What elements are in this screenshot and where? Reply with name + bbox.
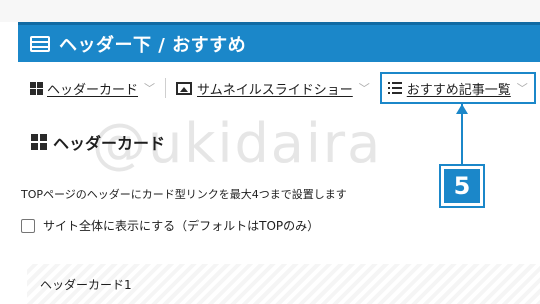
site-wide-checkbox[interactable] bbox=[21, 218, 35, 233]
tab-recommended-posts[interactable]: おすすめ記事一覧 ﹀ bbox=[379, 72, 536, 104]
tab-bar: ヘッダーカード ﹀ サムネイルスライドショー ﹀ おすすめ記事一覧 ﹀ bbox=[30, 72, 536, 104]
tab-label: おすすめ記事一覧 bbox=[406, 82, 511, 98]
site-wide-checkbox-row[interactable]: サイト全体に表示にする（デフォルトはTOPのみ） bbox=[21, 217, 319, 234]
section-description: TOPページのヘッダーにカード型リンクを最大4つまで設置します bbox=[21, 188, 347, 201]
top-strip bbox=[0, 0, 540, 22]
tab-divider bbox=[165, 78, 167, 98]
layout-icon bbox=[30, 35, 50, 52]
callout-arrow-head bbox=[456, 104, 468, 114]
header-title: ヘッダー下 / おすすめ bbox=[59, 34, 247, 56]
grid-icon bbox=[31, 134, 47, 150]
chevron-down-icon: ﹀ bbox=[144, 82, 156, 95]
image-icon bbox=[176, 81, 193, 95]
chevron-down-icon: ﹀ bbox=[516, 82, 528, 95]
tab-label: ヘッダーカード bbox=[47, 82, 139, 98]
list-icon bbox=[387, 82, 402, 94]
section-title-text: ヘッダーカード bbox=[53, 134, 166, 153]
header-card-label: ヘッダーカード1 bbox=[40, 278, 132, 292]
checkbox-label: サイト全体に表示にする（デフォルトはTOPのみ） bbox=[43, 219, 320, 233]
section-header-bar: ヘッダー下 / おすすめ bbox=[18, 22, 540, 62]
tab-thumbnail-slideshow[interactable]: サムネイルスライドショー ﹀ bbox=[176, 79, 370, 98]
callout-number-badge: 5 bbox=[439, 164, 485, 208]
grid-icon bbox=[30, 81, 43, 95]
tab-label: サムネイルスライドショー bbox=[197, 82, 353, 98]
tab-header-card[interactable]: ヘッダーカード ﹀ bbox=[30, 79, 155, 98]
section-title: ヘッダーカード bbox=[31, 130, 165, 154]
chevron-down-icon: ﹀ bbox=[358, 82, 370, 95]
